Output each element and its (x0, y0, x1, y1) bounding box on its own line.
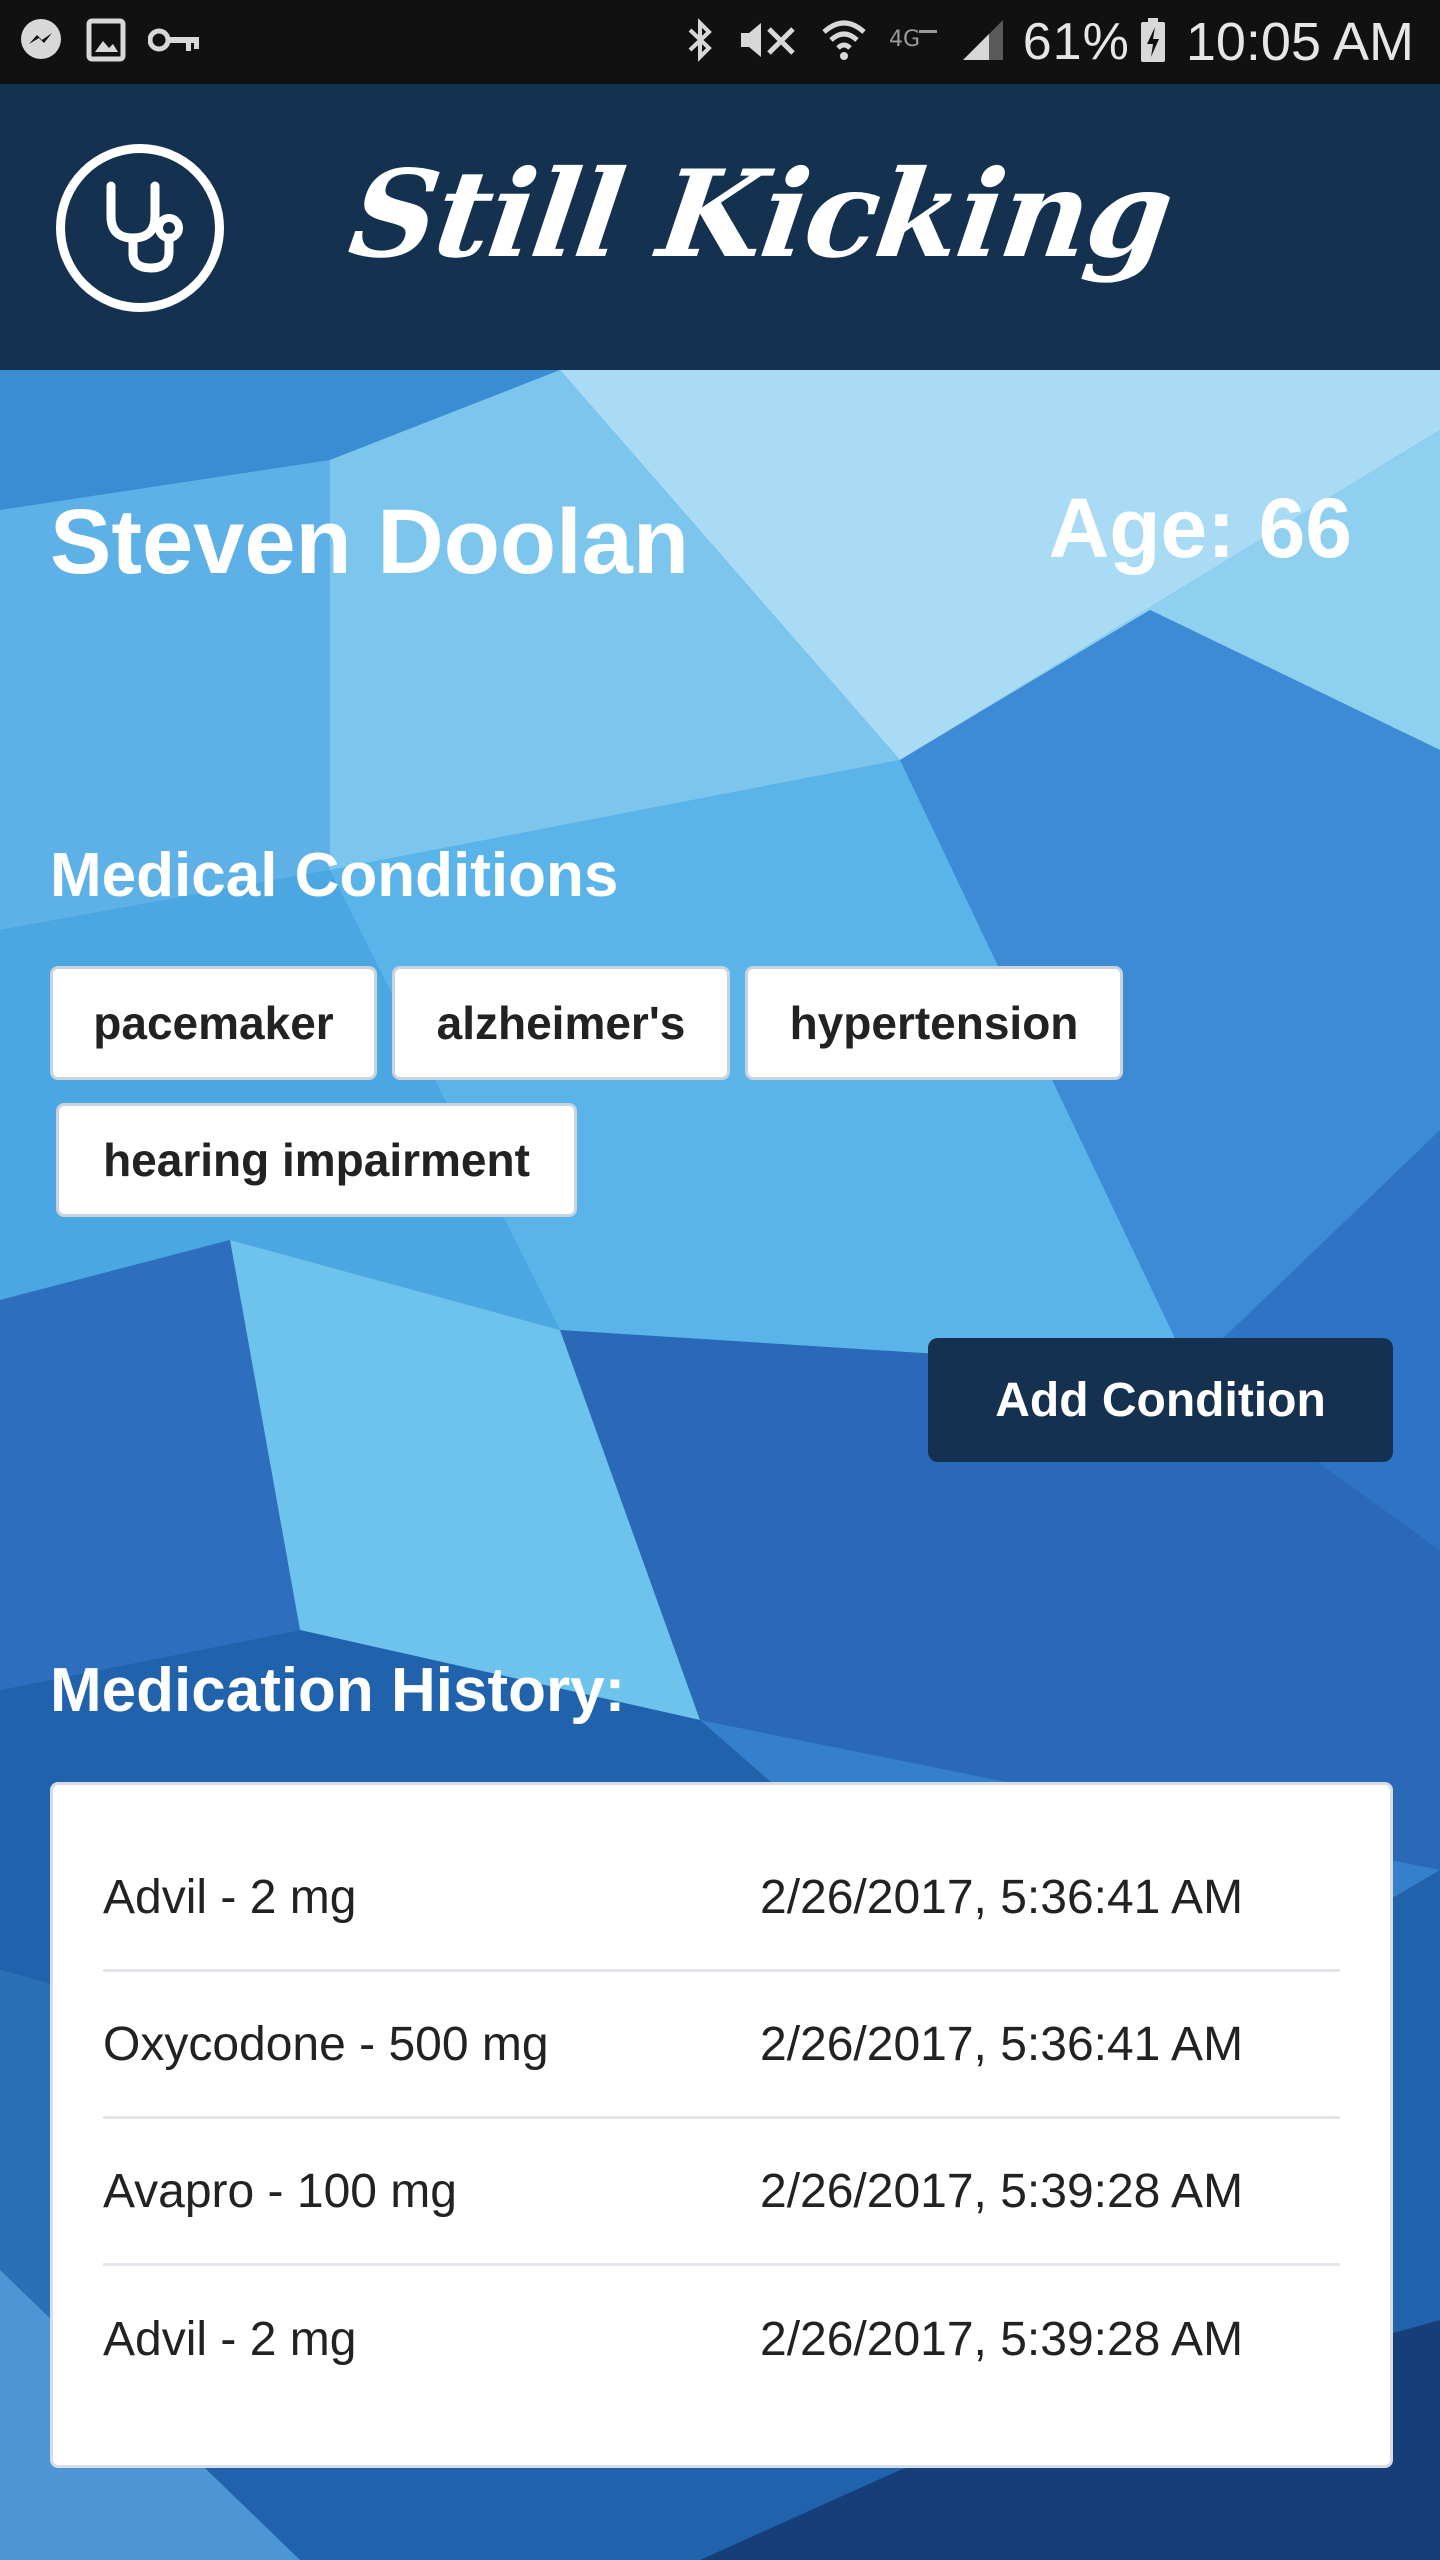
patient-name: Steven Doolan (50, 491, 690, 593)
medication-time: 2/26/2017, 5:36:41 AM (760, 2017, 1244, 2071)
bluetooth-icon (685, 17, 715, 68)
status-notifications (18, 17, 224, 68)
messenger-icon (18, 17, 64, 68)
condition-chip[interactable]: hypertension (745, 966, 1123, 1080)
battery-charging-icon (1140, 17, 1166, 68)
app-logo[interactable] (56, 144, 224, 312)
condition-chip[interactable]: pacemaker (50, 966, 377, 1080)
condition-chip[interactable]: alzheimer's (392, 966, 730, 1080)
wifi-icon (821, 18, 867, 67)
patient-profile: Steven Doolan Age: 66 Medical Conditions… (0, 370, 1440, 2560)
app-title: Still Kicking (342, 144, 1180, 285)
svg-text:4G: 4G (889, 27, 920, 52)
battery-percent: 61% (1022, 13, 1130, 71)
medication-name: Advil - 2 mg (103, 2313, 357, 2366)
image-icon (86, 18, 126, 67)
medication-name: Avapro - 100 mg (103, 2164, 457, 2218)
medication-history-card: Advil - 2 mg 2/26/2017, 5:36:41 AM Oxyco… (50, 1782, 1393, 2468)
medication-heading: Medication History: (50, 1656, 626, 1725)
clock: 10:05 AM (1185, 12, 1414, 72)
signal-icon (961, 18, 1005, 67)
medication-row: Advil - 2 mg 2/26/2017, 5:39:28 AM (103, 2266, 1340, 2413)
app-bar: Still Kicking (0, 84, 1440, 370)
status-system: 4G 61% 10:05 AM (663, 11, 1414, 73)
stethoscope-icon (95, 176, 185, 281)
medication-row: Avapro - 100 mg 2/26/2017, 5:39:28 AM (103, 2119, 1340, 2266)
add-condition-button[interactable]: Add Condition (928, 1338, 1393, 1462)
condition-chip[interactable]: hearing impairment (56, 1103, 577, 1217)
status-bar: 4G 61% 10:05 AM (0, 0, 1440, 84)
medication-time: 2/26/2017, 5:36:41 AM (760, 1870, 1244, 1924)
medication-time: 2/26/2017, 5:39:28 AM (760, 2313, 1244, 2366)
lte-icon: 4G (889, 22, 939, 63)
key-icon (147, 25, 202, 60)
medication-row: Oxycodone - 500 mg 2/26/2017, 5:36:41 AM (103, 1972, 1340, 2119)
patient-age: Age: 66 (1048, 481, 1352, 575)
medication-time: 2/26/2017, 5:39:28 AM (760, 2164, 1244, 2218)
medication-row: Advil - 2 mg 2/26/2017, 5:36:41 AM (103, 1825, 1340, 1972)
medication-name: Advil - 2 mg (103, 1870, 357, 1924)
conditions-heading: Medical Conditions (50, 841, 619, 910)
mute-vibrate-icon (737, 19, 799, 66)
medication-name: Oxycodone - 500 mg (103, 2017, 549, 2071)
